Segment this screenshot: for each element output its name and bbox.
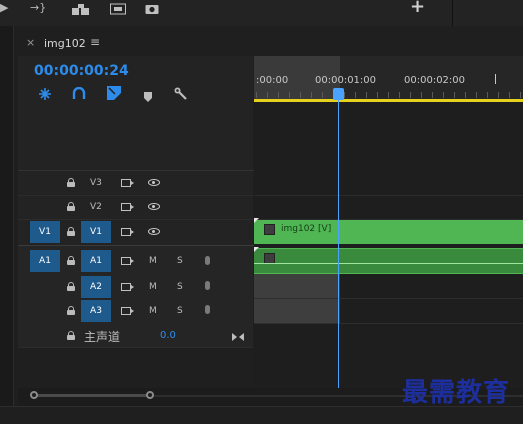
audio-level-line xyxy=(254,263,523,264)
track-target-v1[interactable]: V1 xyxy=(81,221,111,243)
ruler-label-2: 00:00:02:00 xyxy=(404,75,466,86)
playhead-line[interactable] xyxy=(338,100,339,390)
close-tab-button[interactable]: × xyxy=(26,36,35,49)
sequence-tab[interactable]: × img102 ≡ xyxy=(18,34,218,52)
add-marker-icon[interactable] xyxy=(143,88,153,102)
eye-icon[interactable] xyxy=(148,228,160,235)
ripple-edit-icon[interactable]: ▶ xyxy=(0,2,8,13)
clip-edge-marker xyxy=(254,247,259,252)
source-patch-a1[interactable]: A1 xyxy=(30,250,60,272)
playhead-handle[interactable] xyxy=(333,88,344,100)
mute-button-a3[interactable]: M xyxy=(149,306,157,316)
toolbar-divider xyxy=(452,0,453,26)
add-button[interactable]: + xyxy=(410,0,425,16)
scrollbar-thumb-bar xyxy=(36,394,148,397)
track-label-v3[interactable]: V3 xyxy=(90,178,102,188)
solo-button-a1[interactable]: S xyxy=(177,256,183,266)
add-edit-icon[interactable] xyxy=(106,85,122,101)
master-track-label: 主声道 xyxy=(84,330,121,344)
lock-icon[interactable] xyxy=(67,256,75,265)
ruler-label-0: :00:00 xyxy=(256,75,289,86)
divider xyxy=(254,298,523,299)
export-frame-icon[interactable] xyxy=(110,0,126,15)
microphone-icon[interactable] xyxy=(205,305,210,314)
linked-selection-icon[interactable] xyxy=(72,86,86,100)
video-clip[interactable]: img102 [V] xyxy=(254,220,523,244)
mute-button-a2[interactable]: M xyxy=(149,282,157,292)
solo-button-a3[interactable]: S xyxy=(177,306,183,316)
divider xyxy=(254,323,523,324)
sequence-tab-name: img102 xyxy=(44,37,86,50)
lock-icon[interactable] xyxy=(67,282,75,291)
ruler-tick-major xyxy=(495,74,496,84)
camera-toggle-icon[interactable] xyxy=(121,179,134,187)
lock-icon[interactable] xyxy=(67,306,75,315)
divider xyxy=(18,347,253,348)
camera-icon[interactable] xyxy=(145,0,159,14)
mute-button-a1[interactable]: M xyxy=(149,256,157,266)
track-target-a1[interactable]: A1 xyxy=(81,250,111,272)
scrollbar-handle-left[interactable] xyxy=(30,391,38,399)
scrollbar-handle-right[interactable] xyxy=(146,391,154,399)
solo-button-a2[interactable]: S xyxy=(177,282,183,292)
track-target-a2[interactable]: A2 xyxy=(81,276,111,298)
go-to-edit-point-icon[interactable] xyxy=(232,327,244,341)
audio-clip[interactable] xyxy=(254,248,523,274)
track-label-v2[interactable]: V2 xyxy=(90,202,102,212)
track-target-a3[interactable]: A3 xyxy=(81,300,111,322)
lock-icon[interactable] xyxy=(67,227,75,236)
divider xyxy=(18,195,253,196)
lock-icon[interactable] xyxy=(67,202,75,211)
panel-menu-icon[interactable]: ≡ xyxy=(90,35,100,49)
master-volume-value[interactable]: 0.0 xyxy=(160,330,176,341)
camera-toggle-icon[interactable] xyxy=(121,203,134,211)
top-toolbar: ▶ →} + xyxy=(0,0,523,26)
camera-toggle-icon[interactable] xyxy=(121,257,134,265)
clip-edge-marker xyxy=(254,218,259,223)
camera-toggle-icon[interactable] xyxy=(121,283,134,291)
camera-toggle-icon[interactable] xyxy=(121,307,134,315)
insert-icon[interactable]: →} xyxy=(30,2,46,13)
camera-toggle-icon[interactable] xyxy=(121,228,134,236)
divider xyxy=(18,219,253,220)
overwrite-icon[interactable] xyxy=(72,1,90,15)
microphone-icon[interactable] xyxy=(205,256,210,265)
divider xyxy=(254,195,523,196)
source-patch-v1[interactable]: V1 xyxy=(30,221,60,243)
left-gutter xyxy=(0,26,14,406)
ruler-ticks xyxy=(256,92,523,98)
wrench-icon[interactable] xyxy=(174,86,188,100)
watermark: 最需教育 xyxy=(402,378,511,408)
microphone-icon[interactable] xyxy=(205,281,210,290)
fx-badge-icon xyxy=(264,224,275,235)
video-clip-label: img102 [V] xyxy=(281,224,332,234)
eye-icon[interactable] xyxy=(148,203,160,210)
snap-icon[interactable] xyxy=(38,86,52,100)
lock-icon[interactable] xyxy=(67,178,75,187)
lock-icon[interactable] xyxy=(67,331,75,340)
timeline-tracks-area[interactable] xyxy=(254,102,523,388)
ruler-label-1: 00:00:01:00 xyxy=(315,75,377,86)
playhead-timecode[interactable]: 00:00:00:24 xyxy=(34,63,129,79)
scrollbar-thumb[interactable] xyxy=(30,391,154,401)
eye-icon[interactable] xyxy=(148,179,160,186)
